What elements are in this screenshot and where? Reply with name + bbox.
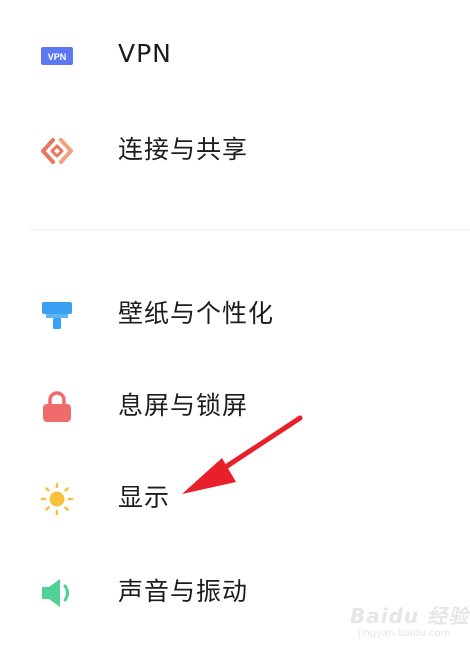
settings-item-label: VPN — [118, 39, 172, 68]
speaker-icon — [42, 579, 69, 607]
settings-item-label: 声音与振动 — [118, 577, 249, 606]
baidu-watermark: Baidu 经验 jingyan.baidu.com — [350, 600, 468, 646]
settings-item-label: 壁纸与个性化 — [118, 299, 275, 328]
section-divider — [30, 229, 470, 230]
wallpaper-icon — [42, 302, 72, 329]
settings-item-wallpaper[interactable]: 壁纸与个性化 — [0, 282, 470, 346]
settings-screen: VPN VPN 连接与共享 壁纸与个性化 息屏与锁屏 显示 声音与振动 Baid… — [0, 0, 470, 652]
annotation-arrow — [182, 415, 303, 494]
settings-item-label: 连接与共享 — [118, 135, 249, 164]
settings-item-connection-sharing[interactable]: 连接与共享 — [0, 118, 470, 182]
connection-sharing-icon — [41, 138, 73, 164]
svg-text:VPN: VPN — [48, 52, 67, 62]
settings-item-vpn[interactable]: VPN VPN — [0, 22, 470, 86]
brightness-icon — [40, 482, 74, 516]
vpn-icon: VPN — [41, 47, 73, 65]
watermark-brand: Baidu 经验 — [350, 604, 470, 628]
watermark-url: jingyan.baidu.com — [358, 628, 451, 639]
lock-icon — [43, 391, 71, 422]
